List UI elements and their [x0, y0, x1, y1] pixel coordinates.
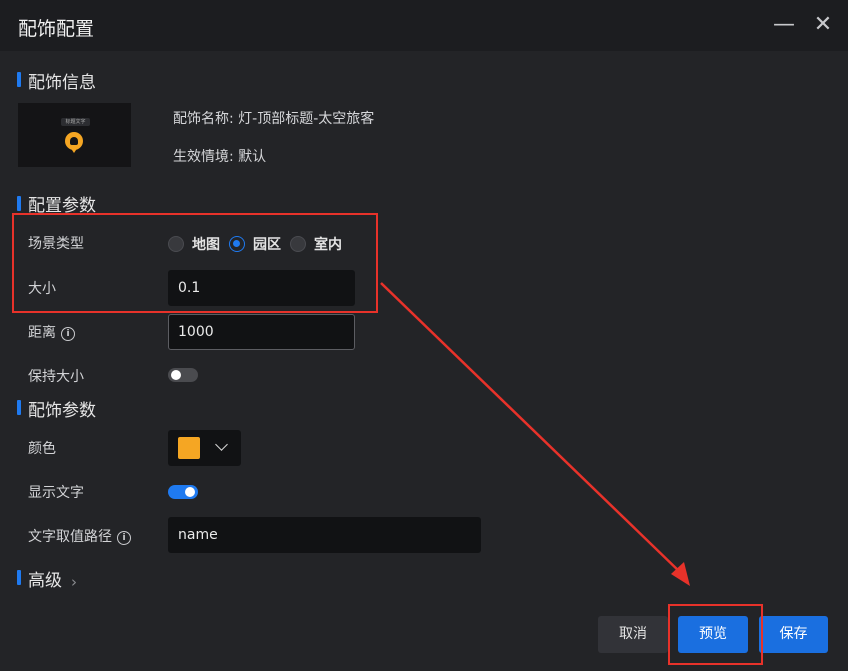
annotation-arrow [380, 282, 690, 586]
